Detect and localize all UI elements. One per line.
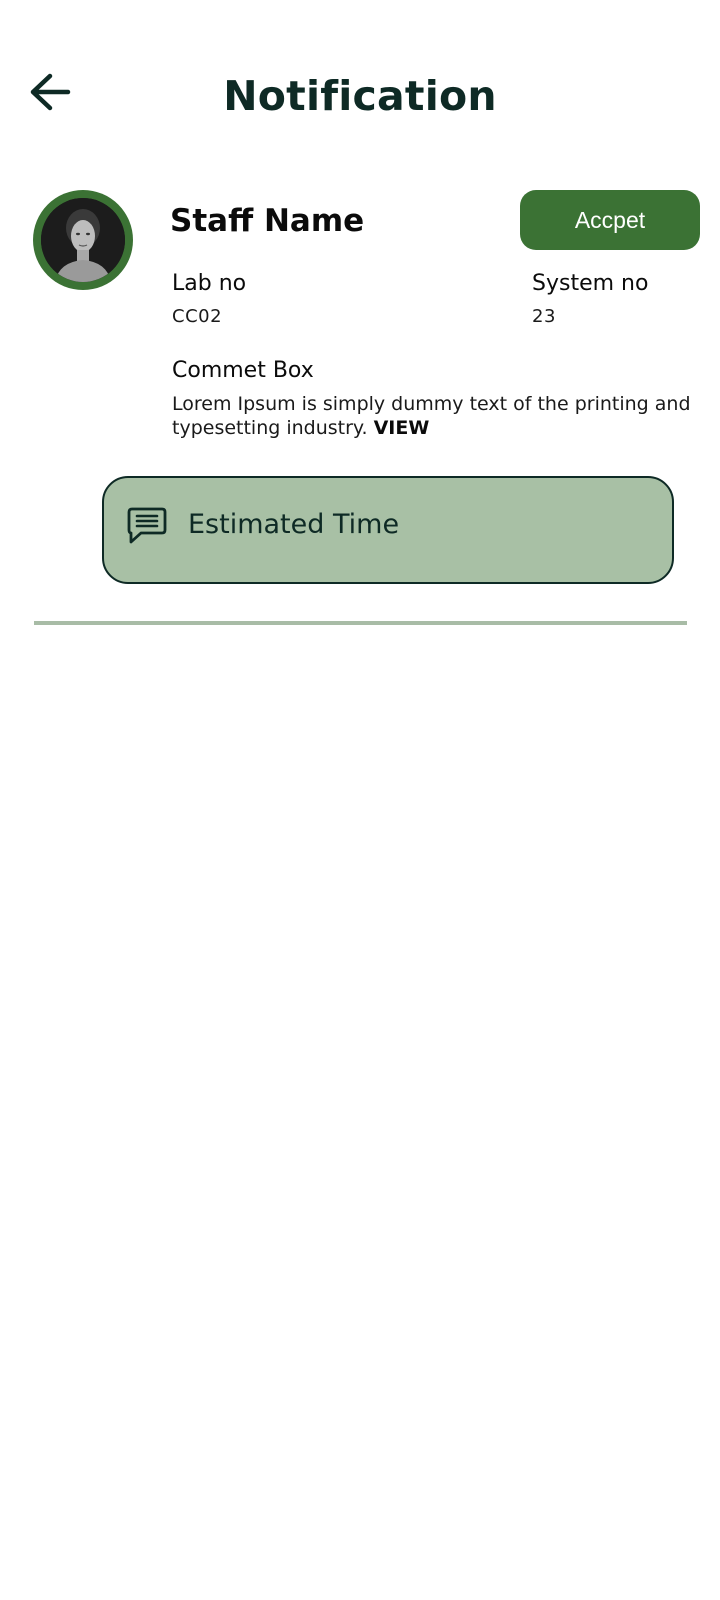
divider xyxy=(34,621,687,625)
view-link[interactable]: VIEW xyxy=(374,417,430,439)
avatar-photo xyxy=(41,198,125,282)
estimated-time-button[interactable]: Estimated Time xyxy=(102,476,674,584)
estimated-time-label: Estimated Time xyxy=(188,509,400,540)
staff-name: Staff Name xyxy=(170,203,365,239)
avatar[interactable] xyxy=(33,190,133,290)
comment-text: Lorem Ipsum is simply dummy text of the … xyxy=(172,392,692,440)
lab-no-label: Lab no xyxy=(172,271,247,296)
accept-button[interactable]: Accpet xyxy=(520,190,700,250)
notification-screen: Notification Staff Name Accpet Lab no CC… xyxy=(0,0,720,1600)
system-no-label: System no xyxy=(532,271,649,296)
comment-box-label: Commet Box xyxy=(172,358,314,383)
system-no-value: 23 xyxy=(532,306,556,327)
page-title: Notification xyxy=(223,72,497,120)
lab-no-value: CC02 xyxy=(172,306,223,327)
comment-body: Lorem Ipsum is simply dummy text of the … xyxy=(172,393,691,439)
chat-bubble-icon xyxy=(127,507,167,544)
